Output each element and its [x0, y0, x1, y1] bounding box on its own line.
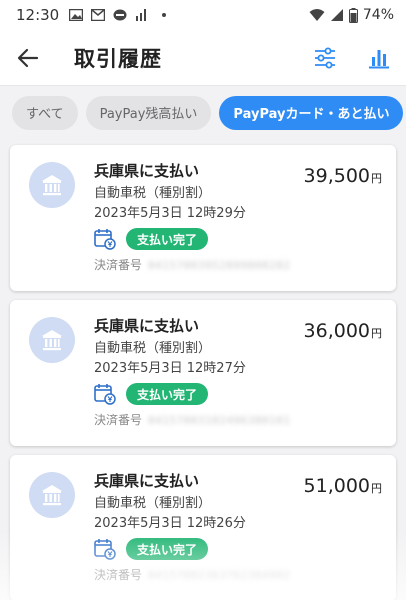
- app-bar-actions: [312, 30, 392, 85]
- image-icon: [69, 9, 84, 21]
- transaction-datetime: 2023年5月3日 12時27分: [94, 361, 246, 376]
- payment-number-value: 04157003102496380101: [148, 414, 291, 427]
- dot-icon: [162, 13, 167, 17]
- status-row: 支払い完了: [94, 227, 386, 251]
- transaction-amount: 51,000円: [304, 475, 382, 497]
- status-bar-right: 74%: [309, 7, 394, 23]
- amount-value: 36,000: [303, 320, 370, 342]
- app-bar: 取引履歴: [0, 30, 406, 85]
- wifi-icon: [309, 9, 325, 21]
- calendar-yen-icon: [94, 229, 116, 250]
- signal-bars-icon: [136, 9, 147, 21]
- status-row: 支払い完了: [94, 537, 386, 561]
- tab-all[interactable]: すべて: [12, 95, 78, 130]
- transaction-card[interactable]: 兵庫県に支払い 自動車税（種別割） 2023年5月3日 12時29分 支払い完了…: [10, 145, 396, 291]
- transaction-amount: 39,500円: [304, 165, 382, 187]
- notification-icons: [69, 9, 171, 21]
- status-row: 支払い完了: [94, 382, 386, 406]
- payment-number-row: 決済番号 04157003102496380101: [94, 412, 386, 429]
- battery-percent: 74%: [362, 7, 394, 23]
- transaction-card[interactable]: 兵庫県に支払い 自動車税（種別割） 2023年5月3日 12時26分 支払い完了…: [10, 455, 396, 600]
- status-bar: 12:30 74%: [0, 0, 406, 30]
- bar-chart-icon: [369, 49, 389, 68]
- government-building-icon: [29, 472, 75, 518]
- status-time: 12:30: [16, 6, 60, 24]
- tab-paypay-card[interactable]: PayPayカード・あと払い: [219, 95, 404, 130]
- amount-value: 51,000: [303, 475, 370, 497]
- status-badge: 支払い完了: [126, 538, 209, 560]
- page-title: 取引履歴: [74, 46, 162, 71]
- cell-signal-icon: [330, 9, 343, 21]
- chart-button[interactable]: [366, 45, 392, 71]
- government-building-icon: [29, 162, 75, 208]
- transaction-datetime: 2023年5月3日 12時26分: [94, 516, 246, 531]
- transaction-category: 自動車税（種別割）: [94, 341, 212, 356]
- arrow-left-icon: [17, 48, 39, 67]
- back-button[interactable]: [14, 44, 42, 72]
- transaction-category: 自動車税（種別割）: [94, 186, 212, 201]
- status-badge: 支払い完了: [126, 383, 209, 405]
- government-building-icon: [29, 317, 75, 363]
- payment-number-row: 決済番号 04157002363762384902: [94, 567, 386, 584]
- currency-unit: 円: [371, 172, 382, 185]
- payment-number-label: 決済番号: [94, 258, 143, 272]
- transaction-amount: 36,000円: [304, 320, 382, 342]
- battery-icon: [348, 7, 358, 23]
- transaction-datetime: 2023年5月3日 12時29分: [94, 206, 246, 221]
- currency-unit: 円: [371, 482, 382, 495]
- mail-icon: [91, 9, 106, 21]
- currency-unit: 円: [371, 327, 382, 340]
- payment-number-label: 決済番号: [94, 568, 143, 582]
- filter-button[interactable]: [312, 45, 338, 71]
- status-bar-left: 12:30: [16, 6, 171, 24]
- transaction-category: 自動車税（種別割）: [94, 496, 212, 511]
- calendar-yen-icon: [94, 384, 116, 405]
- payment-number-row: 決済番号 04157003952899808282: [94, 257, 386, 274]
- transaction-card[interactable]: 兵庫県に支払い 自動車税（種別割） 2023年5月3日 12時27分 支払い完了…: [10, 300, 396, 446]
- line-icon: [113, 9, 127, 21]
- filter-tabs: すべて PayPay残高払い PayPayカード・あと払い ク: [0, 85, 406, 139]
- payment-number-value: 04157002363762384902: [148, 569, 291, 582]
- status-badge: 支払い完了: [126, 228, 209, 250]
- calendar-yen-icon: [94, 539, 116, 560]
- tab-paypay-balance[interactable]: PayPay残高払い: [85, 95, 212, 130]
- amount-value: 39,500: [303, 165, 370, 187]
- payment-number-value: 04157003952899808282: [148, 259, 291, 272]
- payment-number-label: 決済番号: [94, 413, 143, 427]
- transaction-list: 兵庫県に支払い 自動車税（種別割） 2023年5月3日 12時29分 支払い完了…: [0, 139, 406, 600]
- filter-sliders-icon: [315, 47, 335, 68]
